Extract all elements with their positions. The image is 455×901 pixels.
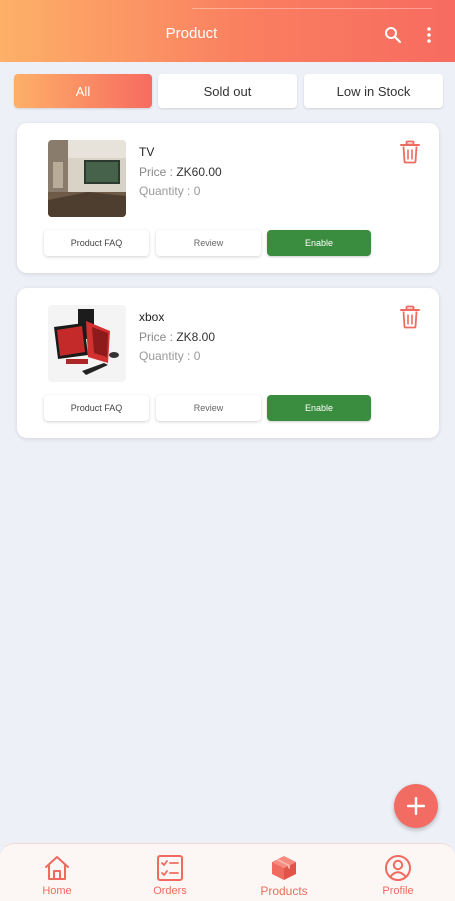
- price-value: ZK60.00: [176, 165, 222, 179]
- filter-tabs: All Sold out Low in Stock: [13, 74, 443, 110]
- delete-button[interactable]: [400, 305, 420, 329]
- product-name: TV: [139, 145, 155, 159]
- search-button[interactable]: [381, 23, 405, 47]
- tab-all[interactable]: All: [14, 74, 152, 108]
- product-image[interactable]: [48, 140, 126, 217]
- nav-label-home: Home: [42, 885, 72, 897]
- product-image[interactable]: [48, 305, 126, 382]
- price-label: Price :: [139, 165, 177, 179]
- product-price: Price : ZK8.00: [139, 330, 215, 344]
- more-options-button[interactable]: [421, 23, 437, 47]
- product-card: xbox Price : ZK8.00 Quantity : 0 Product…: [17, 288, 439, 438]
- product-quantity: Quantity : 0: [139, 184, 201, 198]
- tab-sold-out[interactable]: Sold out: [158, 74, 297, 108]
- product-price: Price : ZK60.00: [139, 165, 222, 179]
- home-icon: [45, 856, 69, 880]
- product-quantity: Quantity : 0: [139, 349, 201, 363]
- nav-item-products[interactable]: Products: [244, 844, 324, 901]
- nav-item-profile[interactable]: Profile: [358, 844, 438, 901]
- review-button[interactable]: Review: [156, 230, 261, 256]
- trash-icon: [400, 140, 420, 164]
- tab-low-in-stock[interactable]: Low in Stock: [304, 74, 443, 108]
- nav-item-orders[interactable]: Orders: [130, 844, 210, 901]
- review-button[interactable]: Review: [156, 395, 261, 421]
- nav-label-products: Products: [260, 884, 308, 898]
- page-title: Product: [165, 25, 218, 42]
- nav-label-orders: Orders: [153, 885, 187, 897]
- header-divider: [192, 8, 432, 9]
- plus-icon: [407, 797, 425, 815]
- delete-button[interactable]: [400, 140, 420, 164]
- more-vertical-icon: [427, 27, 431, 43]
- product-name: xbox: [139, 310, 165, 324]
- price-value: ZK8.00: [176, 330, 216, 344]
- products-box-icon: [272, 856, 296, 880]
- search-icon: [385, 27, 402, 44]
- nav-label-profile: Profile: [382, 885, 414, 897]
- product-card: TV Price : ZK60.00 Quantity : 0 Product …: [17, 123, 439, 273]
- product-faq-button[interactable]: Product FAQ: [44, 230, 149, 256]
- price-label: Price :: [139, 330, 177, 344]
- enable-button[interactable]: Enable: [267, 230, 371, 256]
- nav-item-home[interactable]: Home: [17, 844, 97, 901]
- app-header: Product: [0, 0, 455, 62]
- product-faq-button[interactable]: Product FAQ: [44, 395, 149, 421]
- profile-icon: [385, 855, 411, 881]
- orders-icon: [157, 855, 183, 881]
- add-product-button[interactable]: [394, 784, 438, 828]
- enable-button[interactable]: Enable: [267, 395, 371, 421]
- bottom-navigation: Home Orders Products Profile: [0, 843, 455, 901]
- trash-icon: [400, 305, 420, 329]
